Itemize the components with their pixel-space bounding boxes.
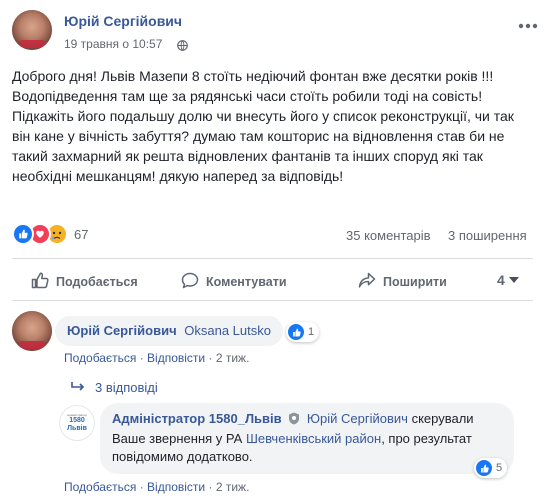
like-reaction-icon [288, 324, 304, 340]
more-dots-icon[interactable] [518, 16, 538, 29]
reply-district-link[interactable]: Шевченківський район [246, 431, 381, 446]
post-timestamp[interactable]: 19 травня о 10:57 [64, 37, 162, 51]
reactions-count[interactable]: 67 [74, 227, 88, 242]
comment-author-name[interactable]: Юрій Сергійович [67, 323, 177, 338]
comments-count[interactable]: 35 коментарів [346, 228, 431, 243]
actions-bottom-divider [12, 300, 533, 301]
post-author-avatar[interactable] [12, 10, 52, 50]
reply-time[interactable]: 2 тиж. [216, 480, 250, 494]
admin-avatar-text: 1580 Львів [67, 417, 87, 432]
view-replies-toggle[interactable]: 3 відповіді [71, 380, 158, 395]
reply-bubble: Адміністратор 1580_Львів Юрій Сергійович… [100, 403, 514, 474]
reply-reply-link[interactable]: Відповісти [147, 480, 205, 494]
reply-mention[interactable]: Юрій Сергійович [307, 411, 408, 426]
reactions-summary[interactable]: 67 [12, 223, 88, 245]
like-reaction-icon [476, 460, 492, 476]
comment-reactions-count: 1 [308, 326, 315, 338]
reply-arrow-icon [71, 380, 85, 395]
share-button[interactable]: Поширити [358, 272, 447, 292]
verified-shield-icon [288, 412, 300, 430]
shares-count[interactable]: 3 поширення [448, 228, 527, 243]
comment-reply-link[interactable]: Відповісти [147, 351, 205, 365]
post-author-name[interactable]: Юрій Сергійович [64, 13, 182, 29]
view-replies-label: 3 відповіді [95, 380, 158, 395]
comment-time[interactable]: 2 тиж. [216, 351, 250, 365]
like-reaction-icon [12, 223, 34, 245]
actions-top-divider [12, 258, 533, 259]
seen-counter[interactable]: 4 [497, 271, 519, 289]
reply-like-link[interactable]: Подобається [64, 480, 136, 494]
share-arrow-icon [358, 272, 376, 292]
admin-avatar[interactable]: Адміністратор 1580 Львів [59, 405, 95, 441]
reply-author-name[interactable]: Адміністратор 1580_Львів [112, 411, 282, 426]
seen-count: 4 [497, 272, 505, 288]
comment-label: Коментувати [206, 275, 287, 289]
comment-actions: Подобається · Відповісти · 2 тиж. [64, 351, 250, 365]
reply-reactions-badge[interactable]: 5 [474, 458, 508, 478]
speech-bubble-icon [181, 272, 199, 292]
comment-reactions-badge[interactable]: 1 [286, 322, 320, 342]
caret-down-icon [508, 271, 519, 289]
thumbs-up-icon [31, 272, 49, 292]
globe-icon [177, 38, 188, 51]
post-text: Доброго дня! Львів Мазепи 8 стоїть недію… [12, 68, 514, 184]
like-button[interactable]: Подобається [31, 272, 138, 292]
comment-author-avatar[interactable] [12, 311, 52, 351]
comment-button[interactable]: Коментувати [181, 272, 287, 292]
comment-bubble: Юрій Сергійович Oksana Lutsko [55, 316, 283, 346]
comment-mention[interactable]: Oksana Lutsko [184, 323, 271, 338]
reply-reactions-count: 5 [496, 462, 503, 474]
comment-like-link[interactable]: Подобається [64, 351, 136, 365]
share-label: Поширити [383, 275, 447, 289]
like-label: Подобається [56, 275, 138, 289]
reply-actions: Подобається · Відповісти · 2 тиж. [64, 480, 250, 494]
